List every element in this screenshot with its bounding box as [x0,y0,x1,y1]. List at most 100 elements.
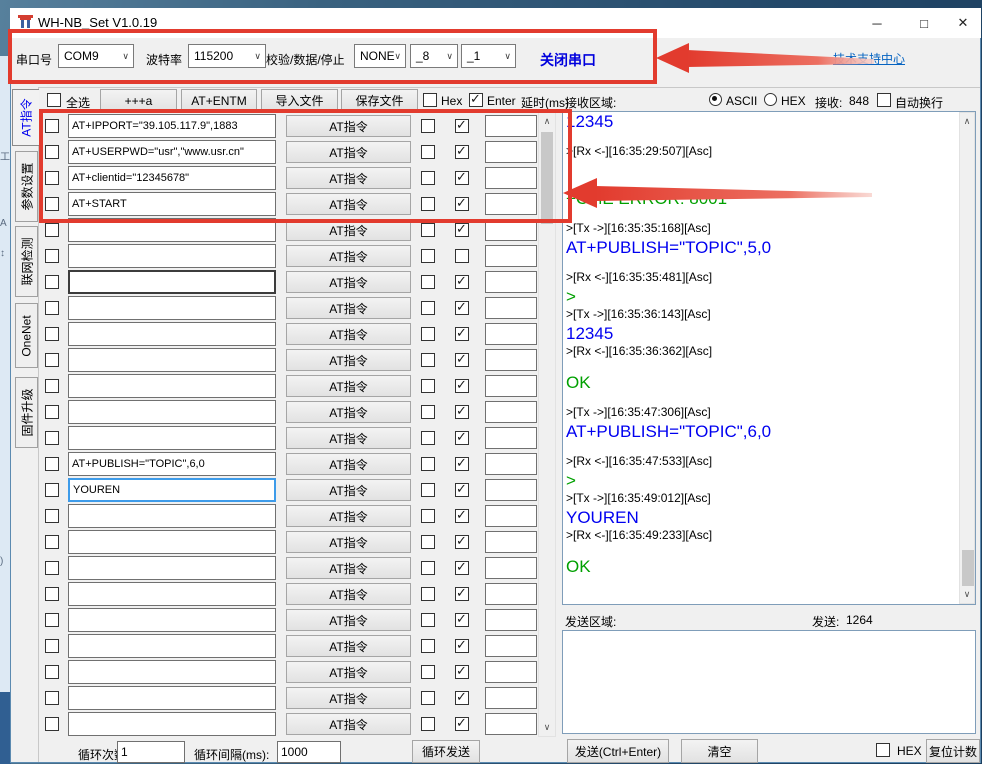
row-enter-checkbox[interactable] [455,457,469,471]
select-all-checkbox[interactable] [47,93,61,107]
send-command-button[interactable]: AT指令 [286,609,411,631]
row-select-checkbox[interactable] [45,535,59,549]
row-enter-checkbox[interactable] [455,561,469,575]
command-input[interactable] [68,244,276,268]
scrollbar-thumb[interactable] [962,550,974,586]
parity-select[interactable]: NONE ∨ [354,44,406,68]
support-link[interactable]: 技术支持中心 [833,50,905,67]
maximize-button[interactable]: □ [904,9,944,37]
row-select-checkbox[interactable] [45,327,59,341]
row-hex-checkbox[interactable] [421,535,435,549]
row-hex-checkbox[interactable] [421,327,435,341]
databits-select[interactable]: _8 ∨ [410,44,458,68]
send-command-button[interactable]: AT指令 [286,245,411,267]
send-command-button[interactable]: AT指令 [286,349,411,371]
row-enter-checkbox[interactable] [455,301,469,315]
row-hex-checkbox[interactable] [421,561,435,575]
send-command-button[interactable]: AT指令 [286,141,411,163]
command-input[interactable] [68,322,276,346]
row-hex-checkbox[interactable] [421,275,435,289]
scrollbar-thumb[interactable] [541,132,553,224]
row-delay-input[interactable] [485,349,537,371]
row-select-checkbox[interactable] [45,171,59,185]
command-input[interactable] [68,530,276,554]
row-hex-checkbox[interactable] [421,197,435,211]
row-select-checkbox[interactable] [45,249,59,263]
send-button[interactable]: 发送(Ctrl+Enter) [567,739,669,763]
row-delay-input[interactable] [485,453,537,475]
row-enter-checkbox[interactable] [455,249,469,263]
row-hex-checkbox[interactable] [421,483,435,497]
row-delay-input[interactable] [485,401,537,423]
send-command-button[interactable]: AT指令 [286,271,411,293]
send-command-button[interactable]: AT指令 [286,713,411,735]
row-delay-input[interactable] [485,245,537,267]
row-hex-checkbox[interactable] [421,379,435,393]
row-hex-checkbox[interactable] [421,509,435,523]
command-input[interactable] [68,504,276,528]
command-input[interactable] [68,114,276,138]
row-select-checkbox[interactable] [45,353,59,367]
row-hex-checkbox[interactable] [421,639,435,653]
row-delay-input[interactable] [485,427,537,449]
row-select-checkbox[interactable] [45,665,59,679]
row-delay-input[interactable] [485,115,537,137]
row-enter-checkbox[interactable] [455,327,469,341]
row-delay-input[interactable] [485,297,537,319]
send-command-button[interactable]: AT指令 [286,687,411,709]
command-input[interactable] [68,192,276,216]
row-enter-checkbox[interactable] [455,405,469,419]
command-input[interactable] [68,660,276,684]
command-input[interactable] [68,452,276,476]
stopbits-select[interactable]: _1 ∨ [461,44,516,68]
command-input[interactable] [68,140,276,164]
command-input[interactable] [68,374,276,398]
row-delay-input[interactable] [485,583,537,605]
command-input[interactable] [68,348,276,372]
row-delay-input[interactable] [485,687,537,709]
send-command-button[interactable]: AT指令 [286,505,411,527]
ascii-radio[interactable] [709,93,722,106]
send-command-button[interactable]: AT指令 [286,401,411,423]
send-command-button[interactable]: AT指令 [286,635,411,657]
row-hex-checkbox[interactable] [421,457,435,471]
receive-scrollbar[interactable]: ∧ ∨ [959,112,975,604]
row-select-checkbox[interactable] [45,509,59,523]
send-command-button[interactable]: AT指令 [286,479,411,501]
row-select-checkbox[interactable] [45,717,59,731]
row-enter-checkbox[interactable] [455,691,469,705]
import-file-button[interactable]: 导入文件 [261,89,338,112]
row-delay-input[interactable] [485,167,537,189]
row-enter-checkbox[interactable] [455,353,469,367]
close-button[interactable]: ✕ [946,9,980,37]
reset-counter-button[interactable]: 复位计数 [926,739,980,763]
row-select-checkbox[interactable] [45,379,59,393]
tab-AT指令[interactable]: AT指令 [12,89,39,146]
row-hex-checkbox[interactable] [421,405,435,419]
row-select-checkbox[interactable] [45,561,59,575]
send-command-button[interactable]: AT指令 [286,661,411,683]
send-command-button[interactable]: AT指令 [286,557,411,579]
row-delay-input[interactable] [485,531,537,553]
row-enter-checkbox[interactable] [455,379,469,393]
row-delay-input[interactable] [485,375,537,397]
row-delay-input[interactable] [485,661,537,683]
row-hex-checkbox[interactable] [421,717,435,731]
command-input[interactable] [68,608,276,632]
send-command-button[interactable]: AT指令 [286,167,411,189]
scroll-up-icon[interactable]: ∧ [539,113,555,130]
send-command-button[interactable]: AT指令 [286,297,411,319]
row-hex-checkbox[interactable] [421,691,435,705]
row-delay-input[interactable] [485,609,537,631]
scroll-up-icon[interactable]: ∧ [960,113,974,130]
scroll-down-icon[interactable]: ∨ [539,719,555,736]
row-select-checkbox[interactable] [45,613,59,627]
row-hex-checkbox[interactable] [421,223,435,237]
row-hex-checkbox[interactable] [421,171,435,185]
port-select[interactable]: COM9 ∨ [58,44,134,68]
row-hex-checkbox[interactable] [421,249,435,263]
row-select-checkbox[interactable] [45,119,59,133]
command-input[interactable] [68,686,276,710]
row-delay-input[interactable] [485,557,537,579]
row-select-checkbox[interactable] [45,275,59,289]
